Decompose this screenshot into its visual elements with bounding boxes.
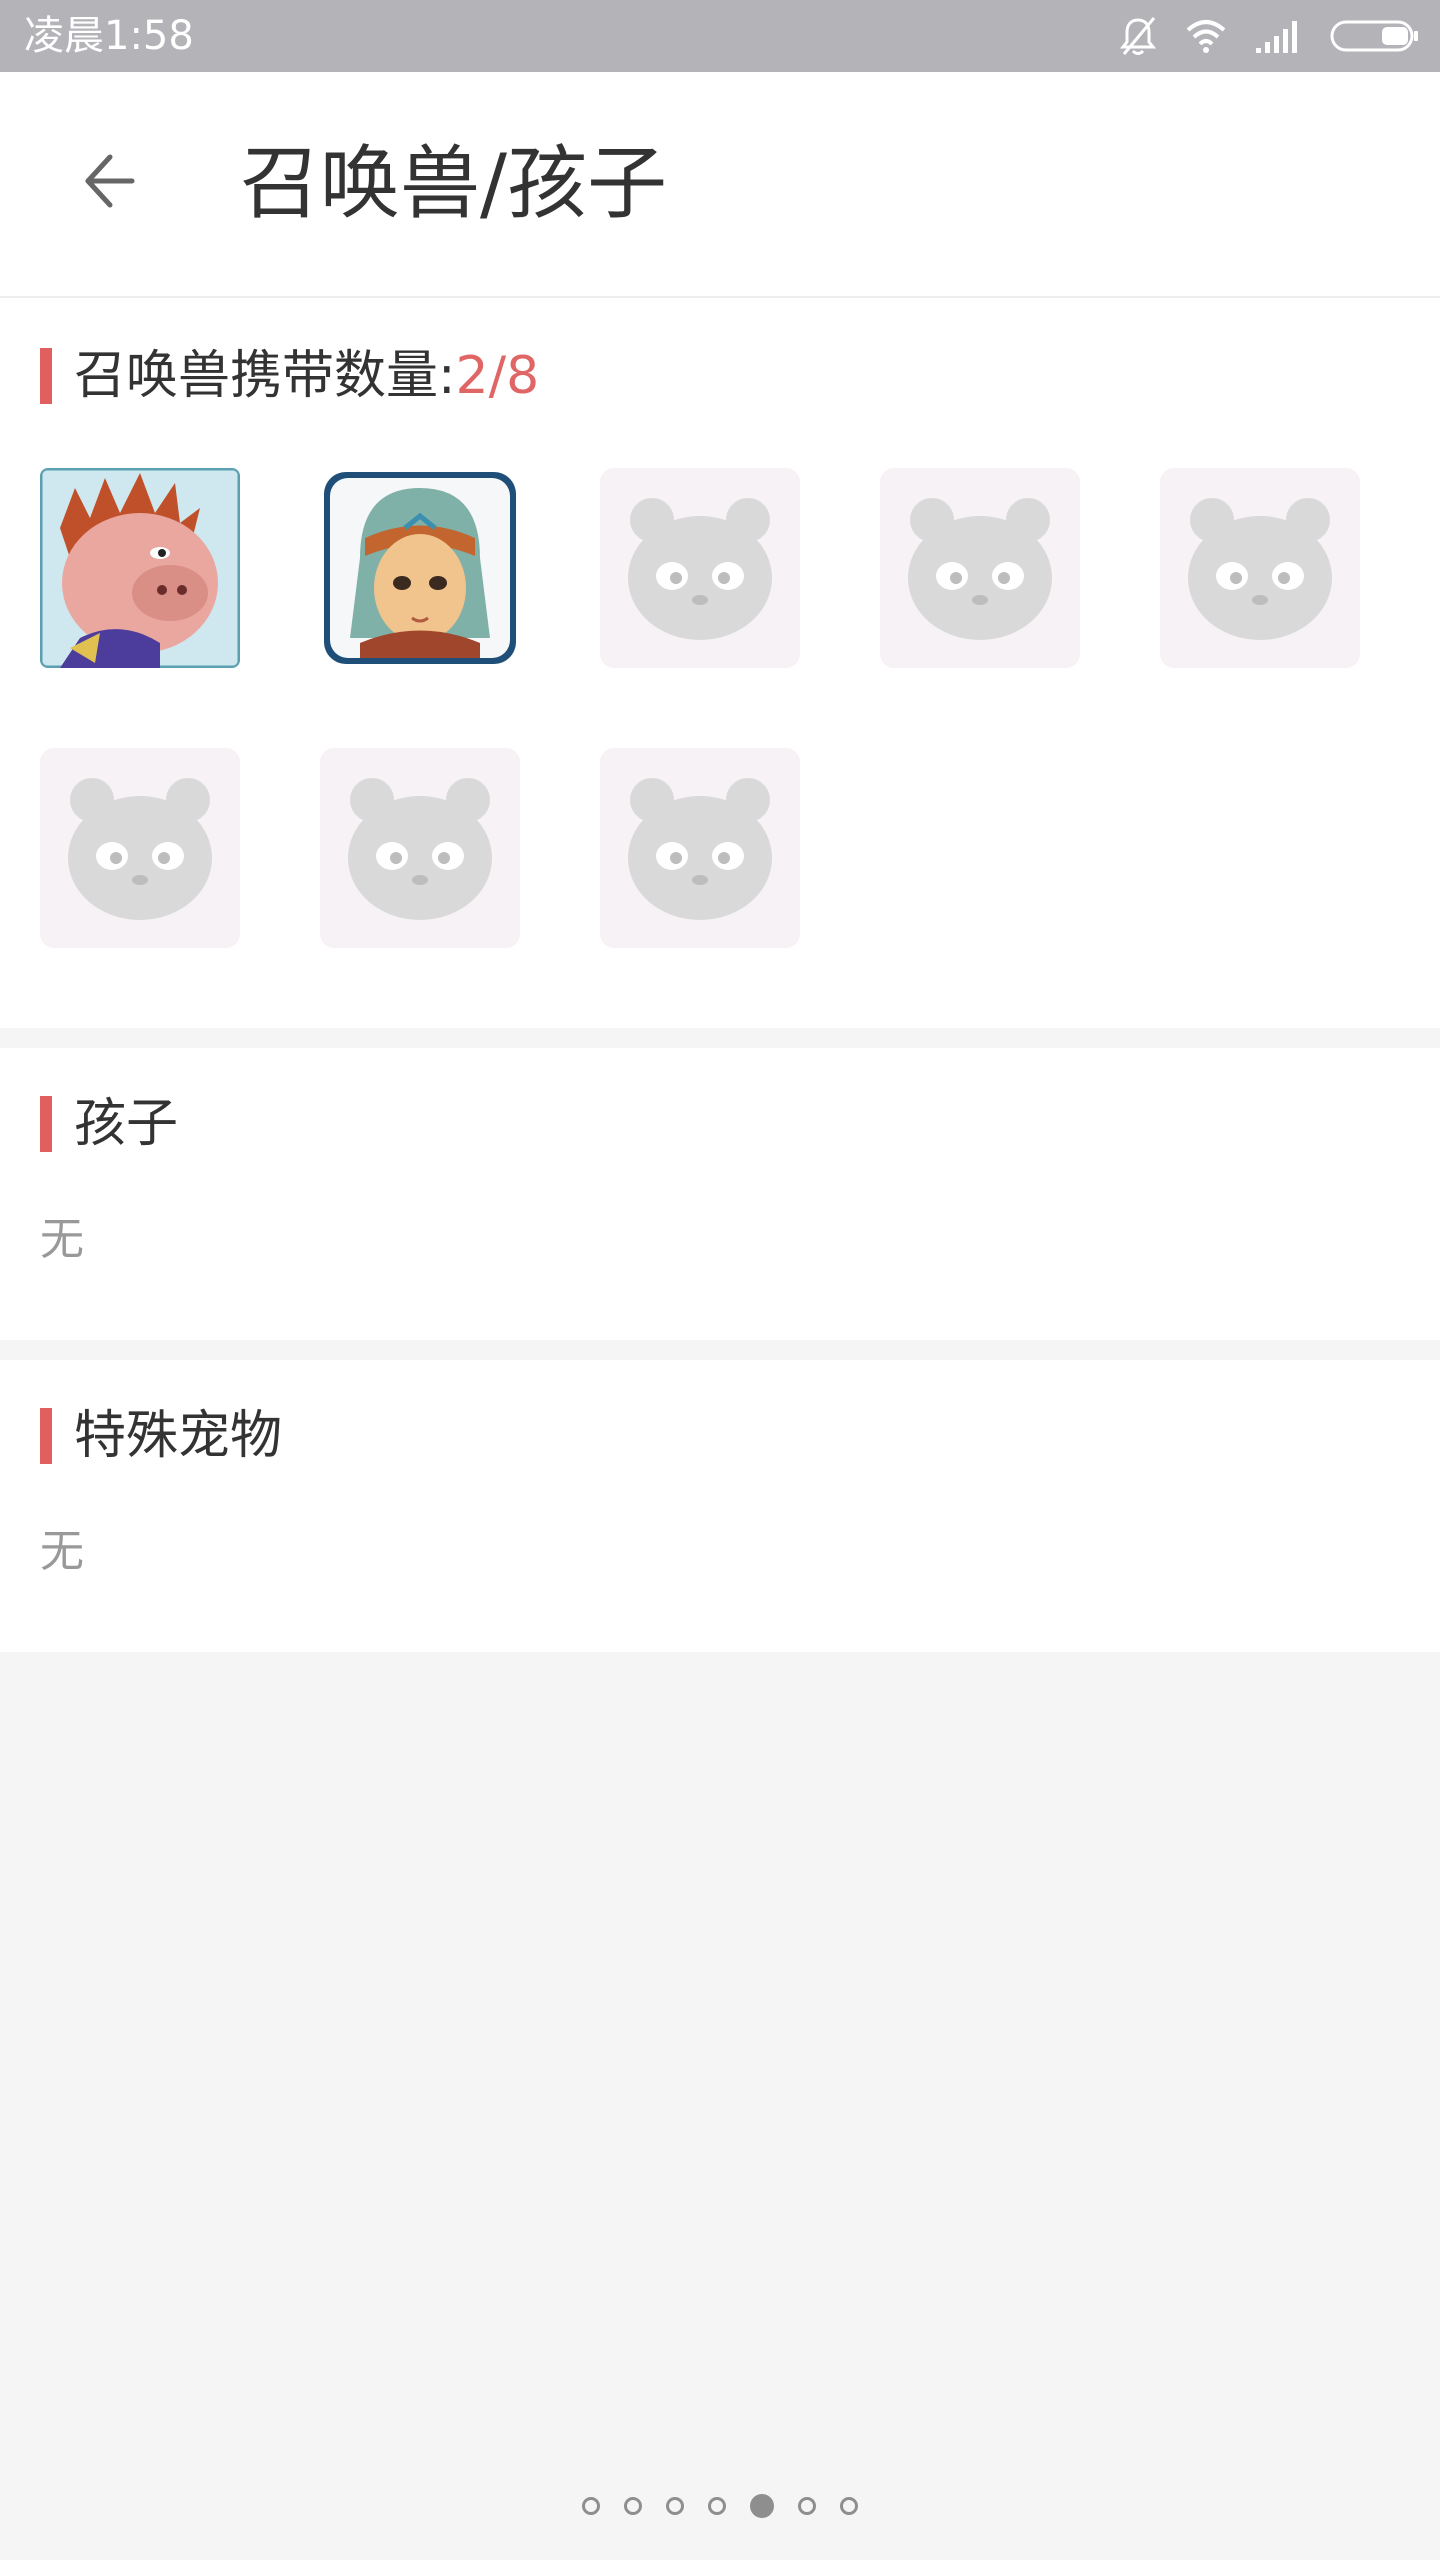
pets-heading-label: 召唤兽携带数量:: [74, 346, 456, 406]
pets-section: 召唤兽携带数量: 2/8: [0, 298, 1440, 1028]
page-dot-2[interactable]: [624, 2497, 642, 2515]
special-pets-heading: 特殊宠物: [40, 1406, 282, 1466]
page-dot-6[interactable]: [798, 2497, 816, 2515]
special-pets-heading-label: 特殊宠物: [74, 1406, 283, 1466]
signal-icon: [1254, 18, 1304, 54]
pet-slot-8[interactable]: [600, 748, 800, 948]
status-bar: 凌晨1:58: [0, 0, 1440, 72]
panda-placeholder-icon: [600, 748, 800, 948]
panda-placeholder-icon: [880, 468, 1080, 668]
pet-slot-6[interactable]: [40, 748, 240, 948]
panda-placeholder-icon: [1160, 468, 1360, 668]
pet-slot-1[interactable]: [40, 468, 240, 668]
special-pets-section: 特殊宠物 无: [0, 1360, 1440, 1652]
page-dot-7[interactable]: [840, 2497, 858, 2515]
pet-slot-2[interactable]: [320, 468, 520, 668]
battery-icon: [1330, 18, 1420, 54]
bell-off-icon: [1118, 14, 1158, 58]
children-heading: 孩子: [40, 1094, 178, 1154]
pet-slot-3[interactable]: [600, 468, 800, 668]
page-dot-5[interactable]: [750, 2494, 774, 2518]
status-icons: [1118, 14, 1420, 58]
panda-placeholder-icon: [600, 468, 800, 668]
page-title: 召唤兽/孩子: [240, 137, 667, 230]
pet-slot-7[interactable]: [320, 748, 520, 948]
children-heading-label: 孩子: [74, 1094, 179, 1154]
back-button[interactable]: [70, 140, 150, 226]
heading-accent-bar: [40, 1096, 52, 1152]
page-dot-4[interactable]: [708, 2497, 726, 2515]
panda-placeholder-icon: [320, 748, 520, 948]
children-section: 孩子 无: [0, 1048, 1440, 1340]
page-dot-1[interactable]: [582, 2497, 600, 2515]
app-header: 召唤兽/孩子: [0, 72, 1440, 298]
page-indicator: [0, 2488, 1440, 2524]
pets-heading: 召唤兽携带数量: 2/8: [40, 346, 539, 406]
heading-accent-bar: [40, 1408, 52, 1464]
panda-placeholder-icon: [40, 748, 240, 948]
heading-accent-bar: [40, 348, 52, 404]
children-empty-text: 无: [40, 1214, 84, 1265]
page-dot-3[interactable]: [666, 2497, 684, 2515]
wifi-icon: [1184, 18, 1228, 54]
pets-count: 2/8: [455, 346, 540, 406]
pig-warrior-avatar: [40, 468, 240, 668]
green-hair-girl-avatar: [320, 468, 520, 668]
status-time: 凌晨1:58: [24, 13, 194, 59]
special-pets-empty-text: 无: [40, 1526, 84, 1577]
pet-slot-5[interactable]: [1160, 468, 1360, 668]
arrow-left-icon: [80, 149, 140, 217]
pet-slot-4[interactable]: [880, 468, 1080, 668]
